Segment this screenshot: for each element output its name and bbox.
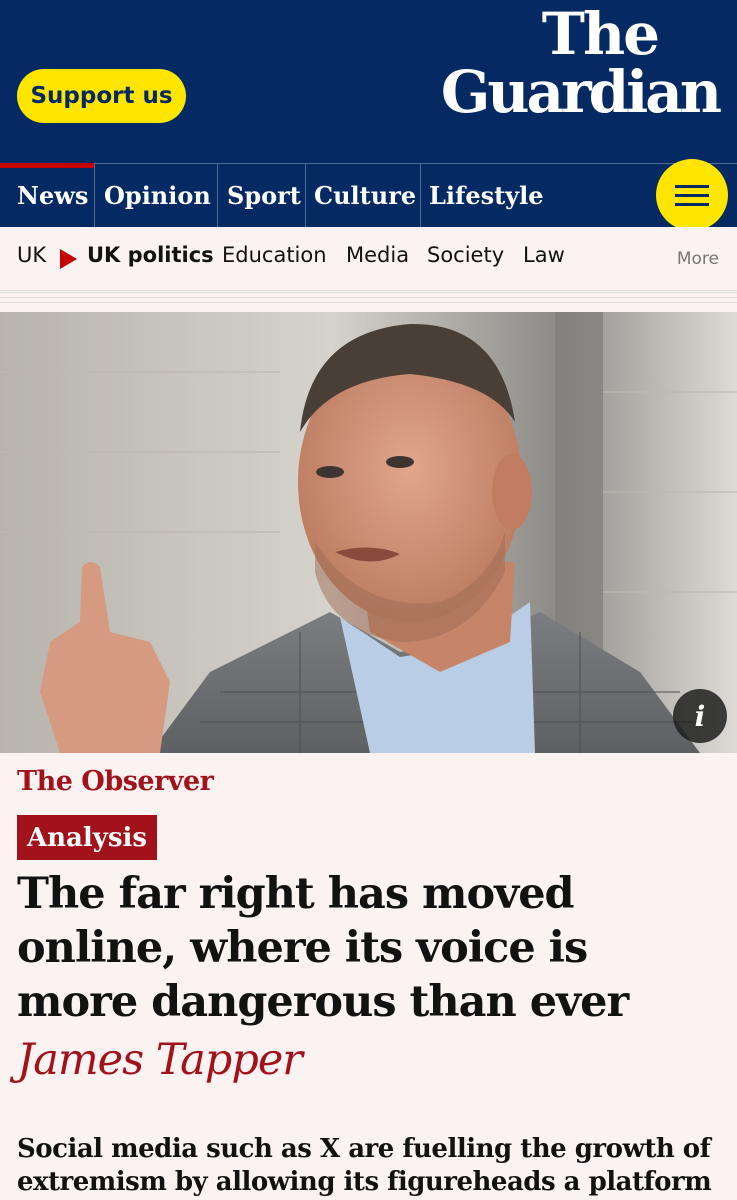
series-label[interactable]: The Observer xyxy=(17,766,214,797)
primary-nav: News Opinion Sport Culture Lifestyle xyxy=(0,163,737,227)
guardian-logo[interactable]: The Guardian xyxy=(440,0,722,126)
nav-item-lifestyle[interactable]: Lifestyle xyxy=(421,164,561,227)
subnav-item-media[interactable]: Media xyxy=(346,243,409,267)
section-rules xyxy=(0,292,737,312)
hamburger-menu-icon[interactable] xyxy=(656,159,728,231)
standfirst: Social media such as X are fuelling the … xyxy=(17,1134,712,1197)
nav-item-label: Opinion xyxy=(104,181,211,210)
nav-item-label: Lifestyle xyxy=(429,181,544,210)
nav-item-sport[interactable]: Sport xyxy=(218,164,305,227)
subnav-more-link[interactable]: More xyxy=(677,249,719,269)
logo-line-1: The xyxy=(541,0,660,68)
breadcrumb-arrow-icon xyxy=(60,249,77,269)
nav-item-label: Sport xyxy=(227,181,301,210)
nav-item-culture[interactable]: Culture xyxy=(306,164,420,227)
byline[interactable]: James Tapper xyxy=(17,1035,303,1085)
nav-item-label: Culture xyxy=(314,181,417,210)
hero-image[interactable] xyxy=(0,312,737,753)
image-info-button[interactable]: i xyxy=(673,689,727,743)
subnav-item-society[interactable]: Society xyxy=(427,243,504,267)
hero-photo xyxy=(0,312,737,753)
nav-item-news[interactable]: News xyxy=(0,163,94,227)
support-us-button[interactable]: Support us xyxy=(17,69,186,123)
subnav-item-law[interactable]: Law xyxy=(523,243,565,267)
masthead: Support us The Guardian xyxy=(0,0,737,163)
logo-line-2: Guardian xyxy=(440,58,722,126)
subnav-item-uk-politics[interactable]: UK politics xyxy=(87,243,214,267)
article-headline: The far right has moved online, where it… xyxy=(17,869,629,1027)
nav-item-opinion[interactable]: Opinion xyxy=(95,164,218,227)
nav-item-label: News xyxy=(17,181,89,210)
subnav: UK UK politics Education Media Society L… xyxy=(0,227,737,291)
article-type-badge: Analysis xyxy=(17,815,157,860)
subnav-item-education[interactable]: Education xyxy=(222,243,327,267)
subnav-item-uk[interactable]: UK xyxy=(17,243,46,267)
